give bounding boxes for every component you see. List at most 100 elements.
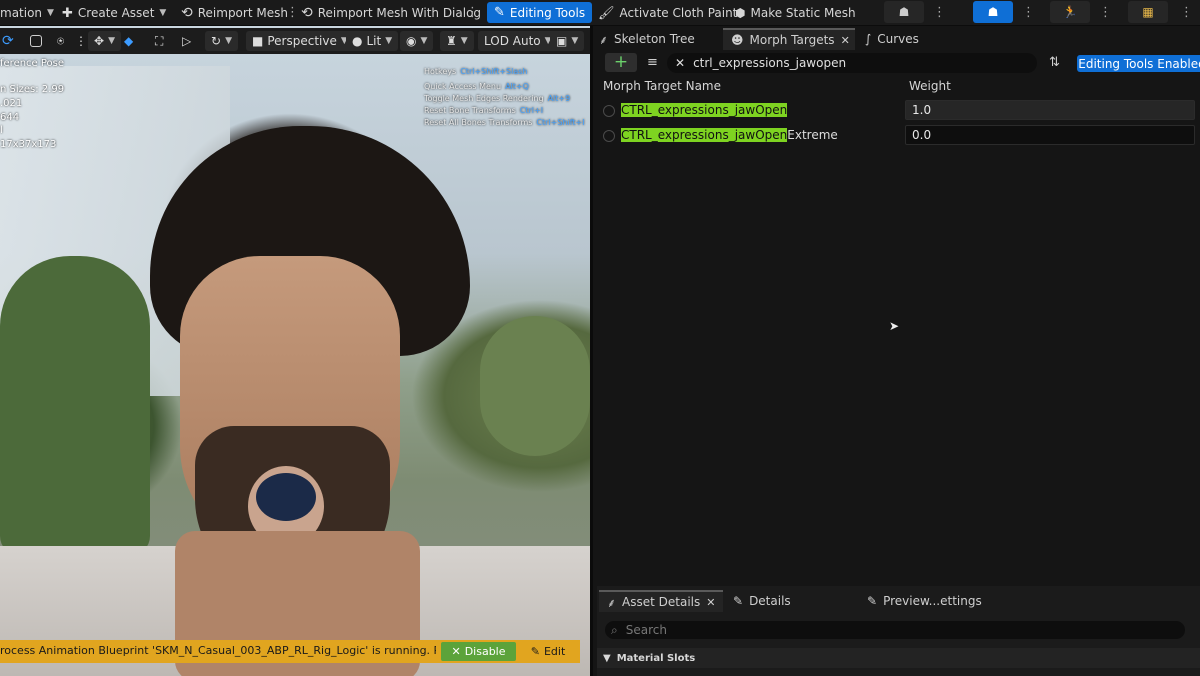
reimport-mesh-button[interactable]: ⟲ Reimport Mesh — [181, 0, 288, 26]
row-selector[interactable] — [603, 105, 615, 117]
hotkey-label: Toggle Mesh Edges Rendering — [424, 94, 544, 103]
tab-skeleton-tree[interactable]: ⸙ Skeleton Tree — [599, 28, 695, 50]
weight-field[interactable]: 1.0 — [905, 100, 1195, 120]
mesh-icon: ☗ — [987, 5, 999, 19]
add-morph-target-button[interactable]: + — [605, 53, 637, 72]
morph-search-input[interactable]: ✕ ctrl_expressions_jawopen — [667, 53, 1037, 73]
skeleton-mode-button[interactable]: ☗ — [884, 1, 924, 23]
more-options-icon[interactable]: ⋮ — [933, 4, 946, 22]
angle-snap-icon[interactable]: ▷ — [182, 31, 191, 51]
activate-cloth-paint-button[interactable]: 🖌 Activate Cloth Paint — [598, 0, 737, 26]
stat-line: ference Pose — [0, 58, 65, 69]
stat-line: l — [0, 125, 3, 136]
search-highlight: CTRL_expressions_jawOpen — [621, 128, 788, 142]
show-flags-dropdown[interactable]: ◉ ▼ — [400, 31, 434, 51]
blueprint-mode-button[interactable]: ▦ — [1128, 1, 1168, 23]
mouth-interior-shape — [256, 473, 316, 521]
sort-icon[interactable]: ⇅ — [1049, 55, 1060, 70]
editing-tools-enabled-badge[interactable]: Editing Tools Enabled — [1077, 55, 1200, 72]
tab-curves[interactable]: ∫ Curves — [865, 28, 919, 50]
table-row[interactable]: CTRL_expressions_jawOpen 1.0 — [597, 100, 1200, 122]
sphere-icon: ● — [352, 34, 363, 48]
notification-text: rocess Animation Blueprint 'SKM_N_Casual… — [0, 644, 436, 657]
hotkey-label: Quick Access Menu — [424, 82, 502, 91]
weight-field[interactable]: 0.0 — [905, 125, 1195, 145]
reimport-dialog-button[interactable]: ⟲ Reimport Mesh With Dialog — [301, 0, 481, 26]
search-placeholder: Search — [625, 623, 667, 637]
hotkey-row: Quick Access Menu Alt+Q — [424, 82, 529, 91]
details-search-input[interactable]: ⌕ Search — [605, 621, 1185, 639]
mesh-mode-button[interactable]: ☗ — [973, 1, 1013, 23]
editing-tools-icon: ✎ — [494, 5, 505, 20]
hotkey-row: Hotkeys Ctrl+Shift+Slash — [424, 67, 527, 76]
hotkey-label: Hotkeys — [424, 67, 457, 76]
more-options-icon[interactable]: ⋮ — [466, 4, 479, 22]
select-mode-icon[interactable]: ⍟ — [57, 31, 64, 51]
stat-line: 17x37x173 — [0, 139, 57, 150]
column-weight-header[interactable]: Weight — [909, 79, 951, 93]
rotation-snap-button[interactable]: ↻ ▼ — [205, 31, 238, 51]
animation-menu[interactable]: mation ▼ — [0, 0, 54, 26]
create-asset-button[interactable]: ✚ Create Asset ▼ — [62, 0, 166, 26]
transform-tools-button[interactable]: ✥ ▼ — [88, 31, 121, 51]
tab-label: Asset Details — [622, 595, 701, 609]
running-icon: 🏃 — [1062, 5, 1078, 19]
tab-details[interactable]: ✎ Details — [733, 590, 791, 612]
more-options-icon[interactable]: ⋮ — [1022, 4, 1035, 22]
eye-icon: ◉ — [406, 34, 417, 48]
reimport-icon: ⟲ — [181, 5, 193, 21]
layout-dropdown[interactable]: ▣ ▼ — [550, 31, 585, 51]
hotkey-key: Ctrl+Shift+I — [536, 118, 585, 127]
row-selector[interactable] — [603, 130, 615, 142]
edit-label: Edit — [543, 645, 566, 658]
hotkey-key: Alt+Q — [505, 82, 529, 91]
more-options-icon[interactable]: ⋮ — [286, 4, 299, 22]
grid-snap-icon[interactable]: ⛶ — [155, 31, 163, 51]
tab-label: Skeleton Tree — [614, 32, 695, 46]
table-row[interactable]: CTRL_expressions_jawOpenExtreme 0.0 — [597, 125, 1200, 147]
disable-button[interactable]: ✕ Disable — [441, 642, 516, 661]
chevron-down-icon: ▼ — [460, 36, 468, 46]
chevron-down-icon: ▼ — [159, 8, 167, 18]
morph-targets-toolbar: + ≡ ✕ ctrl_expressions_jawopen ⇅ Editing… — [597, 52, 1200, 74]
more-options-icon[interactable]: ⋮ — [1180, 4, 1193, 22]
pencil-icon: ✎ — [867, 594, 878, 608]
column-name-header[interactable]: Morph Target Name — [603, 79, 721, 93]
snap-icon[interactable]: ◆ — [124, 31, 133, 51]
make-static-mesh-button[interactable]: ⬢ Make Static Mesh — [735, 0, 856, 26]
lod-dropdown[interactable]: LOD Auto ▼ — [478, 31, 558, 51]
perspective-dropdown[interactable]: ■ Perspective ▼ — [246, 31, 354, 51]
hotkey-label: Reset All Bones Transforms — [424, 118, 533, 127]
chevron-down-icon: ▼ — [108, 36, 115, 46]
tab-preview-settings[interactable]: ✎ Preview...ettings — [867, 590, 982, 612]
refresh-icon[interactable]: ⟳ — [2, 31, 14, 51]
skeleton-icon: ☗ — [898, 5, 910, 19]
hotkey-key: Ctrl+Shift+Slash — [460, 67, 528, 76]
hotkey-row: Reset All Bones Transforms Ctrl+Shift+I — [424, 118, 585, 127]
hotkey-key: Alt+9 — [547, 94, 571, 103]
editing-tools-button[interactable]: ✎ Editing Tools — [487, 2, 593, 23]
maximize-icon[interactable] — [30, 31, 42, 51]
more-options-icon[interactable]: ⋮ — [1099, 4, 1112, 22]
clear-search-icon[interactable]: ✕ — [675, 56, 685, 70]
viewport-toolbar: ⟳ ⍟ ⋮ ✥ ▼ ◆ ⛶ ▷ ↻ ▼ ■ Perspective ▼ ● Lit ▼ ◉ ▼… — [0, 28, 590, 54]
search-value: ctrl_expressions_jawopen — [693, 56, 847, 70]
tab-morph-targets[interactable]: ☻ Morph Targets ✕ — [723, 28, 855, 50]
layout-icon: ▣ — [556, 34, 568, 48]
viewport[interactable]: ference Pose n Sizes: 2.99 .021 644 l 17… — [0, 26, 590, 676]
character-dropdown[interactable]: ♜ ▼ — [440, 31, 474, 51]
material-slots-section[interactable]: ▼ Material Slots — [597, 648, 1200, 668]
character-icon: ♜ — [446, 34, 457, 48]
mouse-cursor-icon: ➤ — [889, 319, 900, 333]
more-options-icon[interactable]: ⋮ — [75, 31, 87, 51]
close-icon[interactable]: ✕ — [841, 34, 850, 47]
animation-mode-button[interactable]: 🏃 — [1050, 1, 1090, 23]
plus-icon: + — [613, 52, 629, 72]
edit-button[interactable]: ✎ Edit — [520, 642, 576, 661]
close-icon[interactable]: ✕ — [706, 596, 715, 609]
tab-label: Curves — [877, 32, 919, 46]
tab-asset-details[interactable]: ⸙ Asset Details ✕ — [599, 590, 723, 612]
activate-cloth-label: Activate Cloth Paint — [619, 6, 738, 20]
filter-icon[interactable]: ≡ — [647, 55, 658, 70]
lit-dropdown[interactable]: ● Lit ▼ — [346, 31, 399, 51]
